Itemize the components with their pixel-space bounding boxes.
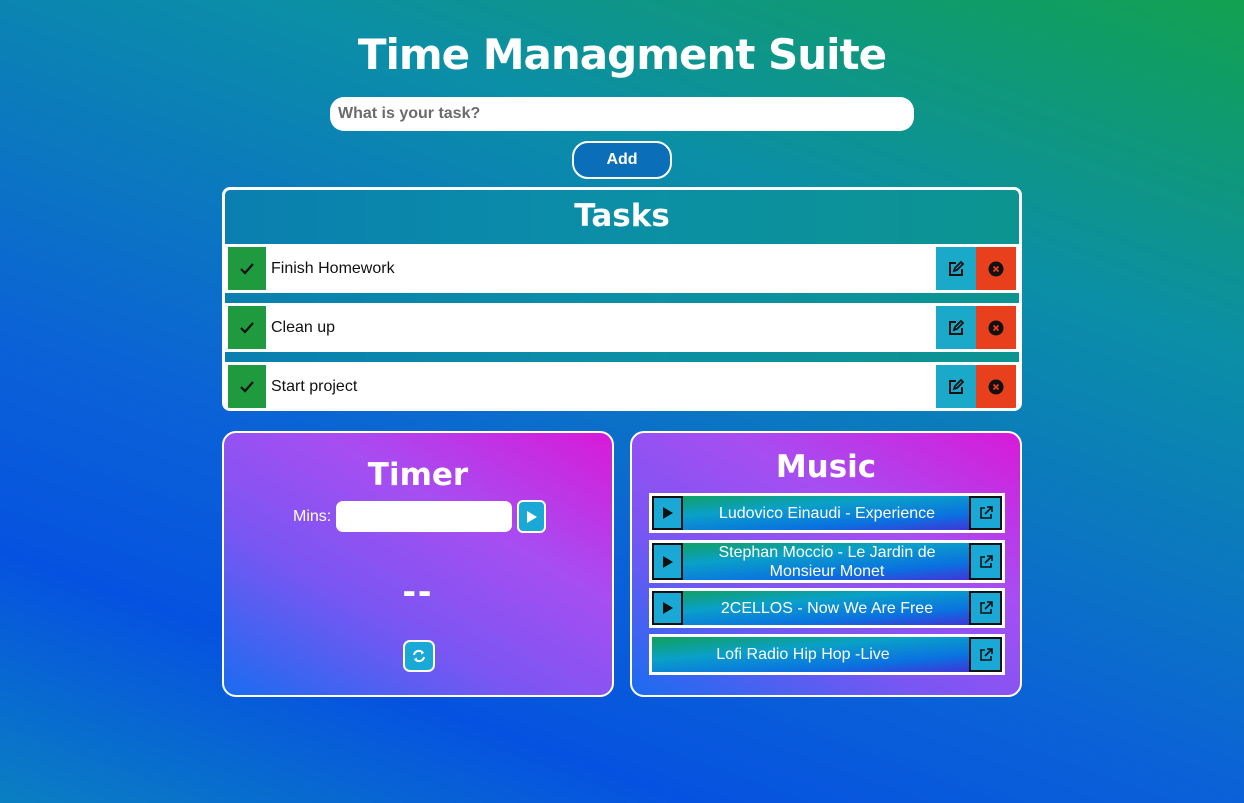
- track-name: Ludovico Einaudi - Experience: [718, 504, 936, 522]
- play-icon: [662, 602, 673, 614]
- track-name: 2CELLOS - Now We Are Free: [720, 599, 934, 617]
- task-row: Start project: [225, 362, 1019, 408]
- delete-task-button[interactable]: [976, 365, 1016, 408]
- music-panel: Music Ludovico Einaudi - Experience Step…: [630, 431, 1022, 697]
- music-track: Ludovico Einaudi - Experience: [649, 493, 1005, 533]
- play-track-button[interactable]: [652, 496, 683, 530]
- refresh-icon: [413, 649, 425, 663]
- timer-display: --: [402, 569, 434, 613]
- close-circle-icon: [988, 261, 1004, 276]
- delete-task-button[interactable]: [976, 247, 1016, 290]
- open-track-link[interactable]: [969, 591, 1002, 625]
- edit-icon: [949, 319, 965, 335]
- tasks-panel: Tasks Finish Homework Clean up Start pro…: [222, 187, 1022, 411]
- close-circle-icon: [988, 379, 1004, 394]
- track-name: Stephan Moccio - Le Jardin de Monsieur M…: [718, 543, 936, 580]
- reset-timer-button[interactable]: [403, 640, 435, 672]
- start-timer-button[interactable]: [517, 500, 546, 533]
- external-link-icon: [979, 554, 993, 568]
- close-circle-icon: [988, 320, 1004, 335]
- task-label: Start project: [271, 378, 358, 395]
- task-input[interactable]: [330, 97, 914, 131]
- delete-task-button[interactable]: [976, 306, 1016, 349]
- play-icon: [526, 510, 537, 523]
- complete-task-button[interactable]: [228, 306, 266, 349]
- edit-task-button[interactable]: [936, 306, 976, 349]
- open-track-link[interactable]: [969, 637, 1002, 672]
- task-row: Clean up: [225, 303, 1019, 352]
- check-icon: [240, 262, 254, 275]
- tasks-title: Tasks: [574, 198, 670, 234]
- play-track-button[interactable]: [652, 591, 683, 625]
- page-title: Time Managment Suite: [357, 30, 887, 79]
- add-task-button[interactable]: Add: [572, 141, 672, 179]
- check-icon: [240, 321, 254, 334]
- external-link-icon: [979, 601, 993, 614]
- timer-panel: Timer Mins: --: [222, 431, 614, 697]
- edit-icon: [949, 260, 965, 276]
- complete-task-button[interactable]: [228, 247, 266, 290]
- music-track: Stephan Moccio - Le Jardin de Monsieur M…: [649, 540, 1005, 583]
- track-name: Lofi Radio Hip Hop -Live: [716, 646, 890, 663]
- external-link-icon: [979, 647, 993, 661]
- task-label: Clean up: [271, 319, 336, 336]
- music-title: Music: [775, 449, 877, 485]
- music-track: Lofi Radio Hip Hop -Live: [649, 634, 1005, 675]
- edit-task-button[interactable]: [936, 247, 976, 290]
- complete-task-button[interactable]: [228, 365, 266, 408]
- task-label: Finish Homework: [271, 260, 395, 277]
- play-icon: [662, 555, 673, 568]
- open-track-link[interactable]: [969, 543, 1002, 580]
- play-icon: [662, 507, 673, 519]
- edit-task-button[interactable]: [936, 365, 976, 408]
- mins-label: Mins:: [293, 508, 332, 525]
- timer-title: Timer: [367, 457, 469, 493]
- mins-input[interactable]: [336, 501, 512, 532]
- edit-icon: [949, 378, 965, 394]
- check-icon: [240, 380, 254, 393]
- open-track-link[interactable]: [969, 496, 1002, 530]
- task-row: Finish Homework: [225, 244, 1019, 293]
- music-track: 2CELLOS - Now We Are Free: [649, 588, 1005, 628]
- external-link-icon: [979, 506, 993, 519]
- play-track-button[interactable]: [652, 543, 683, 580]
